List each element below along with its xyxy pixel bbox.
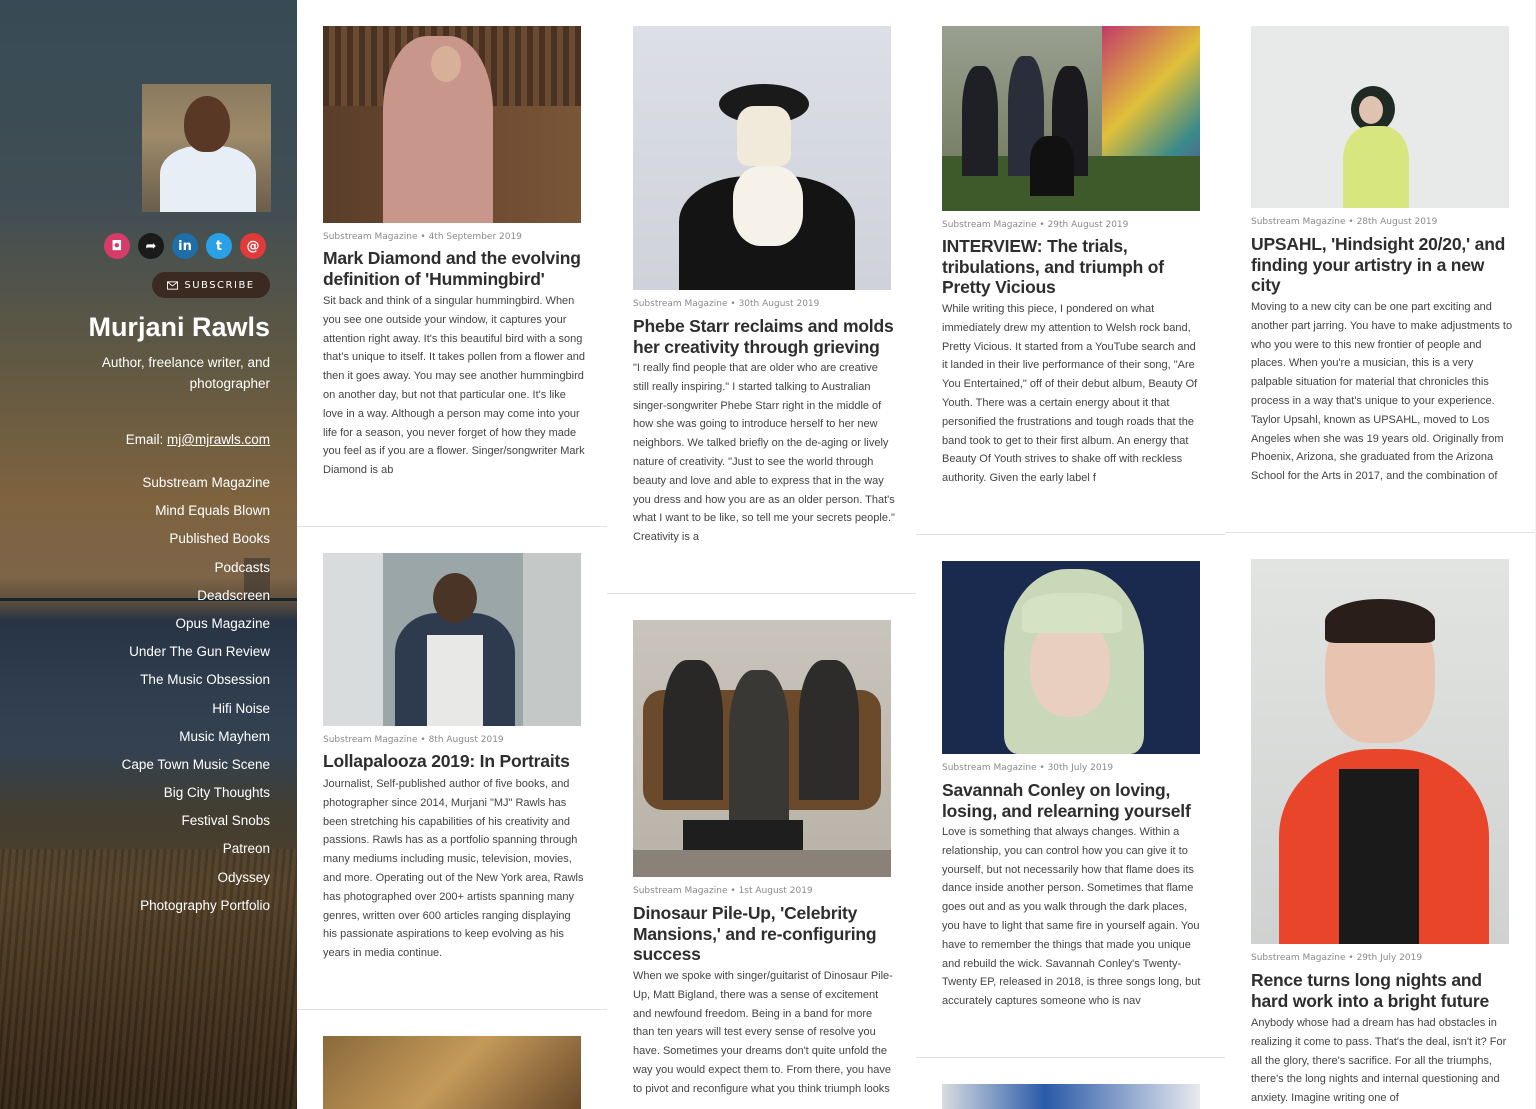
share-icon[interactable]: ➦ [138, 233, 164, 259]
post-meta: Substream Magazine • 30th August 2019 [633, 299, 820, 309]
post-source: Substream Magazine [942, 763, 1037, 773]
twitter-icon[interactable]: t [206, 233, 232, 259]
post-title[interactable]: Lollapalooza 2019: In Portraits [323, 751, 585, 772]
nav-link[interactable]: Music Mayhem [122, 726, 270, 754]
author-name: Murjani Rawls [88, 312, 270, 342]
post-excerpt: While writing this piece, I pondered on … [942, 303, 1198, 485]
email-icon[interactable]: @ [240, 233, 266, 259]
social-links: ◘ ➦ in t @ [104, 233, 266, 259]
post-date: 29th August 2019 [1047, 220, 1129, 230]
nav-link[interactable]: Odyssey [122, 867, 270, 895]
post-image[interactable] [1251, 26, 1509, 208]
post-card[interactable]: Substream Magazine • 30th August 2019 Ph… [607, 0, 917, 593]
instagram-icon[interactable]: ◘ [104, 233, 130, 259]
sidebar-nav: Substream Magazine Mind Equals Blown Pub… [122, 472, 270, 923]
email-link[interactable]: mj@mjrawls.com [167, 432, 270, 447]
nav-link[interactable]: Festival Snobs [122, 810, 270, 838]
post-card[interactable] [916, 1058, 1226, 1109]
nav-link[interactable]: Deadscreen [122, 585, 270, 613]
post-title[interactable]: UPSAHL, 'Hindsight 20/20,' and finding y… [1251, 234, 1513, 296]
post-date: 30th August 2019 [738, 299, 820, 309]
post-image[interactable] [323, 26, 581, 223]
post-excerpt: Love is something that always changes. W… [942, 826, 1201, 1008]
nav-link[interactable]: Published Books [122, 528, 270, 556]
nav-link[interactable]: The Music Obsession [122, 669, 270, 697]
post-source: Substream Magazine [942, 220, 1037, 230]
nav-link[interactable]: Under The Gun Review [122, 641, 270, 669]
post-card[interactable]: Substream Magazine • 4th September 2019 … [297, 0, 607, 526]
subscribe-label: SUBSCRIBE [184, 279, 255, 291]
nav-link[interactable]: Podcasts [122, 557, 270, 585]
post-card[interactable]: Substream Magazine • 29th July 2019 Renc… [1225, 533, 1535, 1109]
post-image[interactable] [942, 561, 1200, 754]
nav-link[interactable]: Opus Magazine [122, 613, 270, 641]
post-title[interactable]: Phebe Starr reclaims and molds her creat… [633, 316, 895, 357]
post-excerpt: Moving to a new city can be one part exc… [1251, 301, 1513, 483]
post-excerpt: Anybody whose had a dream has had obstac… [1251, 1017, 1507, 1105]
post-title[interactable]: Rence turns long nights and hard work in… [1251, 970, 1513, 1011]
author-tagline: Author, freelance writer, and photograph… [101, 355, 270, 391]
post-date: 8th August 2019 [428, 735, 504, 745]
post-image[interactable] [633, 26, 891, 290]
nav-link[interactable]: Mind Equals Blown [122, 500, 270, 528]
post-excerpt: Journalist, Self-published author of fiv… [323, 778, 584, 960]
post-date: 28th August 2019 [1356, 217, 1438, 227]
nav-link[interactable]: Photography Portfolio [122, 895, 270, 923]
post-image[interactable] [323, 553, 581, 726]
post-source: Substream Magazine [323, 232, 418, 242]
post-date: 4th September 2019 [428, 232, 522, 242]
post-card[interactable]: Substream Magazine • 29th August 2019 IN… [916, 0, 1226, 534]
post-excerpt: "I really find people that are older who… [633, 362, 895, 544]
post-excerpt: Sit back and think of a singular humming… [323, 295, 585, 477]
post-source: Substream Magazine [1251, 953, 1346, 963]
post-image[interactable] [633, 620, 891, 877]
post-source: Substream Magazine [633, 299, 728, 309]
post-image[interactable] [1251, 559, 1509, 944]
post-meta: Substream Magazine • 8th August 2019 [323, 735, 504, 745]
post-image[interactable] [942, 1084, 1200, 1109]
post-excerpt: When we spoke with singer/guitarist of D… [633, 970, 893, 1095]
contact-email: Email: mj@mjrawls.com [126, 432, 270, 447]
post-date: 29th July 2019 [1356, 953, 1423, 963]
post-date: 30th July 2019 [1047, 763, 1114, 773]
sidebar: ◘ ➦ in t @ SUBSCRIBE Murjani Rawls Autho… [0, 0, 297, 1109]
linkedin-icon[interactable]: in [172, 233, 198, 259]
post-image[interactable] [942, 26, 1200, 211]
post-meta: Substream Magazine • 30th July 2019 [942, 763, 1114, 773]
post-title[interactable]: Mark Diamond and the evolving definition… [323, 248, 585, 289]
post-source: Substream Magazine [1251, 217, 1346, 227]
post-card[interactable]: Substream Magazine • 8th August 2019 Lol… [297, 527, 607, 1009]
avatar [142, 84, 271, 212]
post-meta: Substream Magazine • 28th August 2019 [1251, 217, 1438, 227]
post-card[interactable]: Substream Magazine • 30th July 2019 Sava… [916, 535, 1226, 1057]
post-card[interactable]: Substream Magazine • 1st August 2019 Din… [607, 594, 917, 1109]
subscribe-button[interactable]: SUBSCRIBE [152, 272, 270, 298]
post-source: Substream Magazine [323, 735, 418, 745]
post-title[interactable]: INTERVIEW: The trials, tribulations, and… [942, 236, 1204, 298]
envelope-icon [167, 280, 179, 290]
nav-link[interactable]: Big City Thoughts [122, 782, 270, 810]
post-source: Substream Magazine [633, 886, 728, 896]
post-meta: Substream Magazine • 29th July 2019 [1251, 953, 1423, 963]
post-meta: Substream Magazine • 29th August 2019 [942, 220, 1129, 230]
post-image[interactable] [323, 1036, 581, 1109]
post-card[interactable] [297, 1010, 607, 1109]
post-meta: Substream Magazine • 4th September 2019 [323, 232, 522, 242]
nav-link[interactable]: Substream Magazine [122, 472, 270, 500]
post-meta: Substream Magazine • 1st August 2019 [633, 886, 813, 896]
nav-link[interactable]: Hifi Noise [122, 698, 270, 726]
post-title[interactable]: Savannah Conley on loving, losing, and r… [942, 780, 1204, 821]
email-label: Email: [125, 432, 164, 447]
nav-link[interactable]: Cape Town Music Scene [122, 754, 270, 782]
post-date: 1st August 2019 [738, 886, 813, 896]
post-title[interactable]: Dinosaur Pile-Up, 'Celebrity Mansions,' … [633, 903, 895, 965]
post-card[interactable]: Substream Magazine • 28th August 2019 UP… [1225, 0, 1535, 532]
nav-link[interactable]: Patreon [122, 838, 270, 866]
